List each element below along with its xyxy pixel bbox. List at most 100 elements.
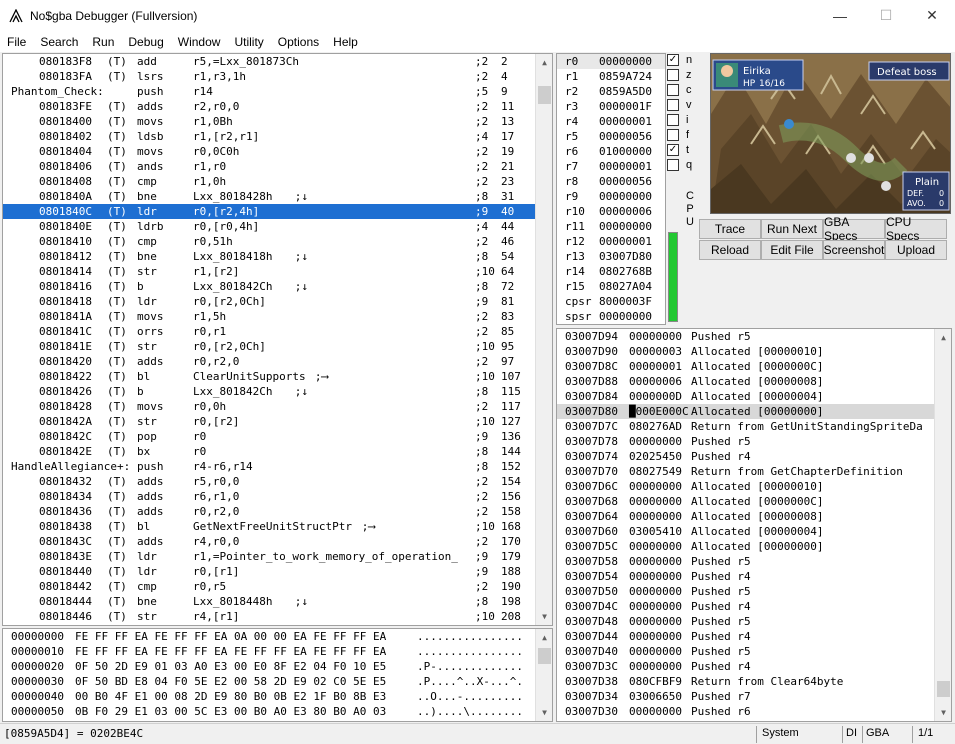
stack-row[interactable]: 03007D58 00000000 Pushed r5 [557,554,951,569]
disasm-row[interactable]: 08018436 (T) adds r0,r2,0 ;2 158 [3,504,552,519]
register-spsr[interactable]: spsr 00000000 [557,309,665,324]
stack-row[interactable]: 03007D38 080CFBF9 Return from Clear64byte [557,674,951,689]
stack-row[interactable]: 03007D30 00000000 Pushed r6 [557,704,951,719]
stack-row[interactable]: 03007D90 00000003 Allocated [00000010] [557,344,951,359]
close-button[interactable]: ✕ [909,0,955,31]
stack-row[interactable]: 03007D94 00000000 Pushed r5 [557,329,951,344]
register-r9[interactable]: r9 00000000 [557,189,665,204]
stack-row[interactable]: 03007D7C 080276AD Return from GetUnitStand… [557,419,951,434]
menu-help[interactable]: Help [326,35,365,49]
disasm-row[interactable]: 0801842A (T) str r0,[r2] ;10 127 [3,414,552,429]
flag-v-checkbox[interactable] [667,99,679,111]
register-r2[interactable]: r2 0859A5D0 [557,84,665,99]
stack-row[interactable]: 03007D54 00000000 Pushed r4 [557,569,951,584]
flag-q-checkbox[interactable] [667,159,679,171]
register-r10[interactable]: r10 00000006 [557,204,665,219]
disasm-row[interactable]: 0801842C (T) pop r0 ;9 136 [3,429,552,444]
stack-row[interactable]: 03007D64 00000000 Allocated [00000008] [557,509,951,524]
disasm-row[interactable]: 0801841A (T) movs r1,5h ;2 83 [3,309,552,324]
register-r0[interactable]: r0 00000000 [557,54,665,69]
disasm-row[interactable]: 08018428 (T) movs r0,0h ;2 117 [3,399,552,414]
flag-f-checkbox[interactable] [667,129,679,141]
disasm-row[interactable]: 08018426 (T) b Lxx_801842Ch ;↓ ;8 115 [3,384,552,399]
menu-file[interactable]: File [0,35,33,49]
disasm-row[interactable]: 08018412 (T) bne Lxx_8018418h ;↓ ;8 54 [3,249,552,264]
menu-window[interactable]: Window [171,35,228,49]
disasm-row[interactable]: 08018420 (T) adds r0,r2,0 ;2 97 [3,354,552,369]
scroll-down-arrow-icon[interactable]: ▼ [935,704,951,721]
disasm-row[interactable]: HandleAllegiance+: push r4-r6,r14 ;8 152 [3,459,552,474]
gba-specs-button[interactable]: GBA Specs [823,215,885,243]
stack-row[interactable]: 03007D50 00000000 Pushed r5 [557,584,951,599]
trace-button[interactable]: Trace [699,219,761,239]
stack-row[interactable]: 03007D84 0000000D Allocated [00000004] [557,389,951,404]
stack-row[interactable]: 03007D5C 00000000 Allocated [00000000] [557,539,951,554]
menu-utility[interactable]: Utility [227,35,270,49]
stack-row[interactable]: 03007D70 08027549 Return from GetChapterDe… [557,464,951,479]
upload-button[interactable]: Upload [885,240,947,260]
disasm-row[interactable]: 08018410 (T) cmp r0,51h ;2 46 [3,234,552,249]
stack-row[interactable]: 03007D40 00000000 Pushed r5 [557,644,951,659]
scroll-up-arrow-icon[interactable]: ▲ [536,54,552,71]
disasm-row[interactable]: 08018434 (T) adds r6,r1,0 ;2 156 [3,489,552,504]
register-cpsr[interactable]: cpsr 8000003F [557,294,665,309]
stack-row[interactable]: 03007D74 02025450 Pushed r4 [557,449,951,464]
register-r14[interactable]: r14 0802768B [557,264,665,279]
scroll-down-arrow-icon[interactable]: ▼ [536,608,552,625]
stack-row[interactable]: 03007D68 00000000 Allocated [0000000C] [557,494,951,509]
disasm-row[interactable]: 0801840A (T) bne Lxx_8018428h ;↓ ;8 31 [3,189,552,204]
disasm-row[interactable]: 0801843E (T) ldr r1,=Pointer_to_work_memory… [3,549,552,564]
scroll-thumb[interactable] [538,648,551,664]
disasm-row[interactable]: 08018440 (T) ldr r0,[r1] ;9 188 [3,564,552,579]
menu-debug[interactable]: Debug [121,35,170,49]
disasm-row[interactable]: 08018422 (T) bl ClearUnitSupports ;⟶ ;10 107 [3,369,552,384]
disasm-row[interactable]: 0801843C (T) adds r4,r0,0 ;2 170 [3,534,552,549]
disasm-row[interactable]: 080183FE (T) adds r2,r0,0 ;2 11 [3,99,552,114]
disasm-row[interactable]: 0801842E (T) bx r0 ;8 144 [3,444,552,459]
stack-row[interactable]: 03007D8C 00000001 Allocated [0000000C] [557,359,951,374]
memory-row[interactable]: 00000000 FE FF FF EA FE FF FF EA 0A 00 00… [3,629,552,644]
screenshot-button[interactable]: Screenshot [823,240,885,260]
memory-row[interactable]: 00000030 0F 50 BD E8 04 F0 5E E2 00 58 2D… [3,674,552,689]
disasm-row[interactable]: 0801841E (T) str r0,[r2,0Ch] ;10 95 [3,339,552,354]
flag-t-checkbox[interactable]: ✓ [667,144,679,156]
memory-dump-panel[interactable]: 00000000 FE FF FF EA FE FF FF EA 0A 00 00… [2,628,553,722]
disasm-row[interactable]: 08018404 (T) movs r0,0C0h ;2 19 [3,144,552,159]
disasm-row[interactable]: 0801840C (T) ldr r0,[r2,4h] ;9 40 [3,204,552,219]
register-r1[interactable]: r1 0859A724 [557,69,665,84]
register-r15[interactable]: r15 08027A04 [557,279,665,294]
stack-row[interactable]: 03007D44 00000000 Pushed r4 [557,629,951,644]
disasm-row[interactable]: 08018442 (T) cmp r0,r5 ;2 190 [3,579,552,594]
cpu-specs-button[interactable]: CPU Specs [885,215,947,243]
minimize-button[interactable]: — [817,0,863,31]
stack-row[interactable]: 03007D34 03006650 Pushed r7 [557,689,951,704]
scroll-thumb[interactable] [937,681,950,697]
stack-row[interactable]: 03007D80 █000E000C Allocated [00000000] [557,404,951,419]
stack-row[interactable]: 03007D48 00000000 Pushed r5 [557,614,951,629]
registers-panel[interactable]: r0 00000000 r1 0859A724 r2 0859A5D0 r3 0000001F… [556,53,666,325]
register-r13[interactable]: r13 03007D80 [557,249,665,264]
memory-row[interactable]: 00000020 0F 50 2D E9 01 03 A0 E3 00 E0 8F… [3,659,552,674]
scroll-up-arrow-icon[interactable]: ▲ [935,329,951,346]
register-r7[interactable]: r7 00000001 [557,159,665,174]
menu-search[interactable]: Search [33,35,85,49]
menu-options[interactable]: Options [271,35,326,49]
flag-z-checkbox[interactable] [667,69,679,81]
menu-run[interactable]: Run [85,35,121,49]
disasm-row[interactable]: 08018446 (T) str r4,[r1] ;10 208 [3,609,552,624]
disasm-row[interactable]: 0801841C (T) orrs r0,r1 ;2 85 [3,324,552,339]
disasm-row[interactable]: 08018416 (T) b Lxx_801842Ch ;↓ ;8 72 [3,279,552,294]
memory-row[interactable]: 00000040 00 B0 4F E1 00 08 2D E9 80 B0 0B… [3,689,552,704]
disasm-row[interactable]: 08018418 (T) ldr r0,[r2,0Ch] ;9 81 [3,294,552,309]
memory-row[interactable]: 00000050 0B F0 29 E1 03 00 5C E3 00 B0 A0… [3,704,552,719]
disasm-row[interactable]: 08018444 (T) bne Lxx_8018448h ;↓ ;8 198 [3,594,552,609]
stack-row[interactable]: 03007D6C 00000000 Allocated [00000010] [557,479,951,494]
memory-scrollbar[interactable]: ▲ ▼ [535,629,552,721]
stack-panel[interactable]: 03007D94 00000000 Pushed r5 03007D90 0000000… [556,328,952,722]
register-r4[interactable]: r4 00000001 [557,114,665,129]
register-r3[interactable]: r3 0000001F [557,99,665,114]
flag-c-checkbox[interactable] [667,84,679,96]
stack-row[interactable]: 03007D88 00000006 Allocated [00000008] [557,374,951,389]
reload-button[interactable]: Reload [699,240,761,260]
disasm-row[interactable]: 08018408 (T) cmp r1,0h ;2 23 [3,174,552,189]
